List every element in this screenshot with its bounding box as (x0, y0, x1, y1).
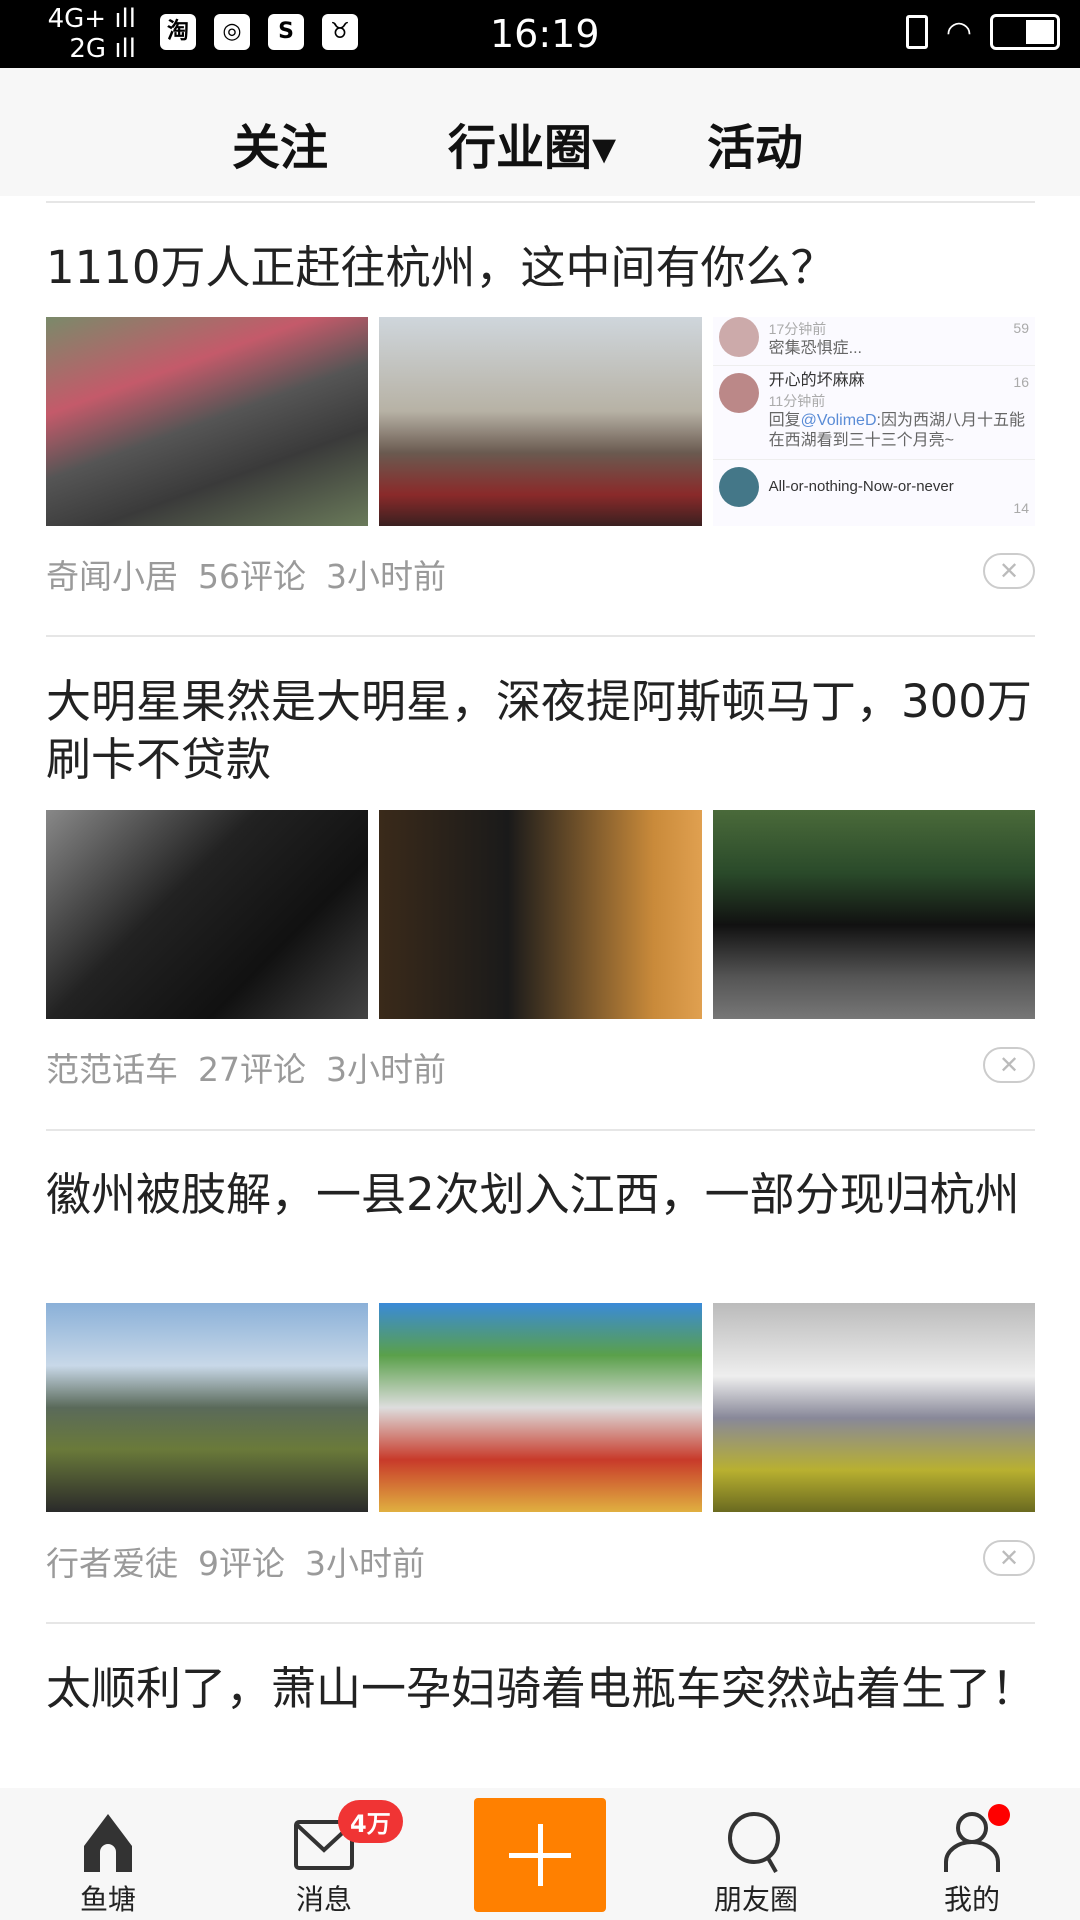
wifi-icon: ◠ (945, 14, 972, 50)
taobao-icon: 淘 (160, 14, 196, 50)
reply-prefix: 回复 (768, 412, 801, 429)
bund-crowd-image[interactable] (379, 317, 702, 526)
post-source[interactable]: 行者爱徒 (46, 1537, 178, 1585)
clock: 16:19 (490, 12, 600, 56)
commenter-avatar (718, 373, 759, 413)
commenter-name: 开心的坏麻麻 (768, 372, 865, 389)
dismiss-button[interactable]: ✕ (983, 1540, 1035, 1576)
post-title[interactable]: 1110万人正赶往杭州，这中间有你么？ (46, 239, 1036, 297)
network-indicator: 4G+ ıll 2G ıll (47, 4, 136, 64)
nav-me[interactable]: 我的 (897, 1788, 1047, 1920)
drying-crops-image[interactable] (379, 1303, 702, 1512)
comment-count: 9评论 (198, 1544, 285, 1583)
unread-badge: 4万 (338, 1800, 403, 1843)
comment-text: 密集恐惧症... (768, 340, 862, 357)
top-tabs: 关注 行业圈▾ 活动 (0, 68, 1080, 196)
man-in-car-image[interactable] (379, 810, 702, 1019)
post-time: 3小时前 (326, 1050, 446, 1089)
post-time: 3小时前 (305, 1544, 425, 1583)
divider (46, 635, 1035, 637)
commenter-name: All-or-nothing-Now-or-never (768, 478, 954, 495)
post-title[interactable]: 大明星果然是大明星，深夜提阿斯顿马丁，300万刷卡不贷款 (46, 673, 1036, 789)
like-count: 14 (1013, 500, 1029, 516)
terraced-fields-image[interactable] (712, 1303, 1035, 1512)
notification-icons: 淘 ◎ S ♉ (160, 14, 358, 50)
comment-time: 17分钟前 (768, 321, 827, 337)
commenter-avatar (718, 467, 759, 507)
post-images[interactable] (46, 810, 1035, 1019)
divider (46, 201, 1035, 203)
battery-icon (990, 14, 1060, 50)
post-meta: 奇闻小居 56评论 3小时前 (46, 550, 446, 598)
comment-divider (712, 459, 1035, 460)
post-source[interactable]: 范范话车 (46, 1043, 178, 1091)
commenter-avatar (718, 317, 759, 357)
like-count: 16 (1013, 374, 1029, 390)
bottom-nav: 鱼塘 消息 4万 朋友圈 我的 (0, 1788, 1080, 1920)
tab-industry-circle[interactable]: 行业圈▾ (448, 108, 616, 178)
post-images[interactable]: 59 17分钟前 密集恐惧症... 16 开心的坏麻麻 11分钟前 回复@Vol… (46, 317, 1035, 526)
dismiss-button[interactable]: ✕ (983, 553, 1035, 589)
black-car-image[interactable] (712, 810, 1035, 1019)
dismiss-button[interactable]: ✕ (983, 1047, 1035, 1083)
status-bar: 4G+ ıll 2G ıll 淘 ◎ S ♉ 16:19 ◠ (0, 0, 1080, 68)
notification-dot (988, 1804, 1010, 1826)
mention: @VolimeD (800, 412, 877, 429)
publish-button[interactable] (474, 1798, 606, 1912)
comment-time: 11分钟前 (768, 393, 826, 409)
divider (46, 1622, 1035, 1624)
nav-fish-pond[interactable]: 鱼塘 (33, 1788, 183, 1920)
search-icon (728, 1812, 780, 1873)
man-with-car-image[interactable] (46, 810, 369, 1019)
crowd-image[interactable] (46, 317, 369, 526)
qq-icon: ◎ (214, 14, 250, 50)
comment-screenshot-image[interactable]: 59 17分钟前 密集恐惧症... 16 开心的坏麻麻 11分钟前 回复@Vol… (712, 317, 1035, 526)
like-count: 59 (1013, 320, 1029, 336)
post-images[interactable] (46, 1303, 1035, 1512)
comment-text: 回复@VolimeD:因为西湖八月十五能在西湖看到三十三个月亮~ (769, 411, 1029, 451)
tab-follow[interactable]: 关注 (232, 108, 328, 178)
post-title[interactable]: 太顺利了，萧山一孕妇骑着电瓶车突然站着生了！ (46, 1660, 1036, 1718)
comment-divider (712, 365, 1035, 366)
cow-app-icon: ♉ (322, 14, 358, 50)
post-meta: 行者爱徒 9评论 3小时前 (46, 1537, 425, 1585)
tab-activities[interactable]: 活动 (707, 108, 803, 178)
post-meta: 范范话车 27评论 3小时前 (46, 1043, 446, 1091)
comment-count: 56评论 (198, 557, 306, 596)
home-icon (84, 1814, 132, 1872)
post-source[interactable]: 奇闻小居 (46, 550, 178, 598)
comment-count: 27评论 (198, 1050, 306, 1089)
vibrate-icon (905, 15, 928, 49)
nav-friends-circle[interactable]: 朋友圈 (681, 1788, 831, 1920)
post-time: 3小时前 (326, 557, 446, 596)
divider (46, 1129, 1035, 1131)
mountain-village-image[interactable] (46, 1303, 369, 1512)
post-title[interactable]: 徽州被肢解，一县2次划入江西，一部分现归杭州 (46, 1166, 1036, 1224)
screenshot-icon: S (268, 14, 304, 50)
